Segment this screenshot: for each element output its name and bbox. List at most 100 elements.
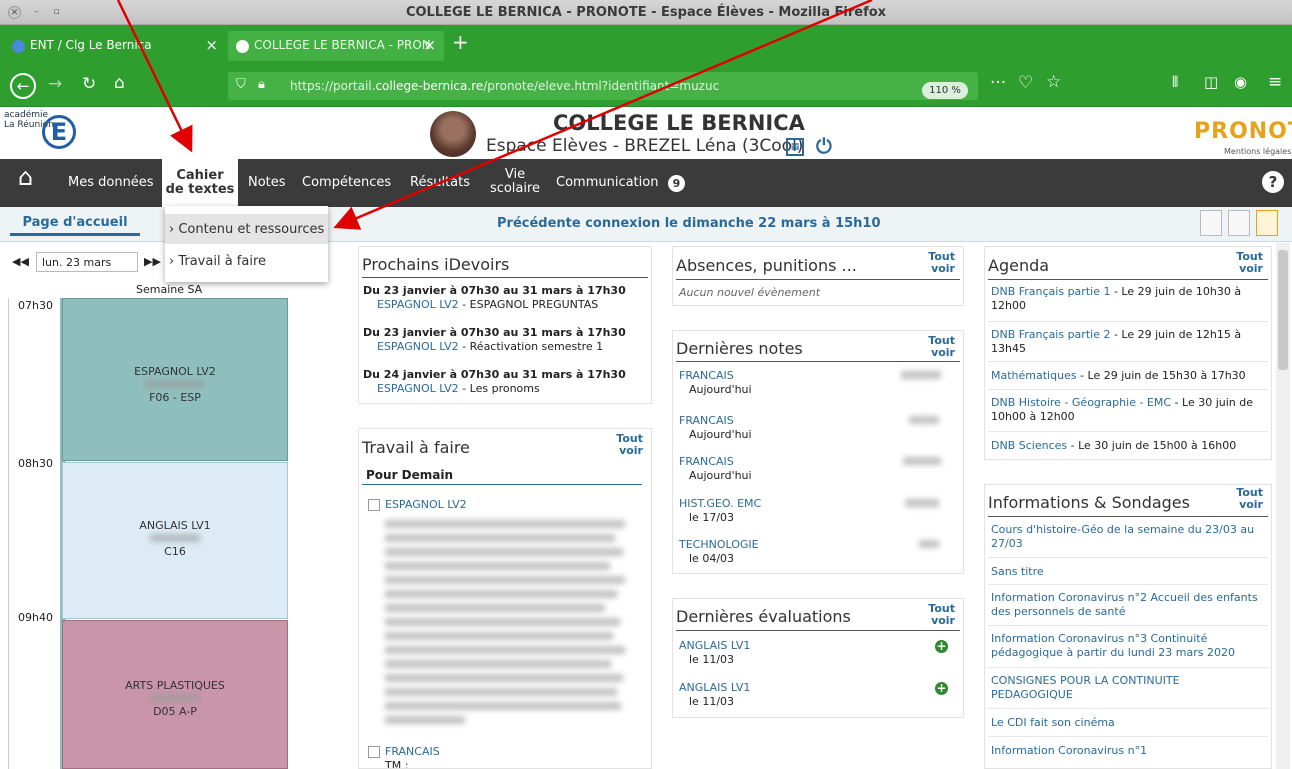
tab-label: ENT / Clg Le Bernica bbox=[30, 38, 152, 52]
idevoir-item[interactable]: Du 23 janvier à 07h30 au 31 mars à 17h30… bbox=[363, 326, 626, 354]
bookmark-star-icon[interactable]: ☆ bbox=[1046, 72, 1061, 92]
student-space-title: Espace Elèves - BREZEL Léna (3Cool) bbox=[486, 136, 804, 156]
pronote-favicon-icon bbox=[236, 40, 249, 53]
evaluations-card: Dernières évaluations Tout voir ANGLAIS L… bbox=[672, 598, 964, 718]
prev-week-icon[interactable]: ◀◀ bbox=[12, 255, 29, 268]
done-checkbox[interactable] bbox=[368, 499, 380, 511]
tab-bar: ENT / Clg Le Bernica × COLLEGE LE BERNIC… bbox=[0, 25, 1292, 63]
agenda-item[interactable]: DNB Français partie 2 - Le 29 juin de 12… bbox=[991, 328, 1263, 356]
card-title: Dernières notes bbox=[676, 339, 803, 358]
info-item[interactable]: CONSIGNES POUR LA CONTINUITE PEDAGOGIQUE bbox=[991, 674, 1263, 702]
tout-voir-link[interactable]: Tout voir bbox=[609, 433, 643, 457]
agenda-item[interactable]: DNB Histoire - Géographie - EMC - Le 30 … bbox=[991, 396, 1263, 424]
close-tab-icon[interactable]: × bbox=[423, 36, 436, 54]
menu-vie-scolaire[interactable]: Vie scolaire bbox=[488, 168, 542, 196]
next-week-icon[interactable]: ▶▶ bbox=[144, 255, 161, 268]
menu-resultats[interactable]: Résultats bbox=[410, 176, 470, 190]
card-title: Informations & Sondages bbox=[988, 493, 1190, 512]
academie-logo: académie La Réunion E bbox=[4, 110, 84, 156]
note-item[interactable]: TECHNOLOGIE le 04/03 bbox=[679, 538, 759, 566]
week-label: Semaine SA bbox=[136, 283, 203, 296]
card-title: Agenda bbox=[988, 256, 1050, 275]
home-icon[interactable]: ⌂ bbox=[114, 73, 125, 93]
note-item[interactable]: FRANCAIS Aujourd'hui bbox=[679, 369, 752, 397]
shield-icon[interactable]: ⛉ bbox=[236, 77, 246, 92]
note-item[interactable]: FRANCAIS Aujourd'hui bbox=[679, 455, 752, 483]
save-icon[interactable] bbox=[1200, 210, 1222, 236]
qr-code-icon[interactable]: ▦ bbox=[786, 138, 804, 156]
mentions-legales-link[interactable]: Mentions légales bbox=[1224, 147, 1291, 156]
evaluation-item[interactable]: ANGLAIS LV1 le 11/03 bbox=[679, 681, 750, 709]
tout-voir-link[interactable]: Tout voir bbox=[921, 251, 955, 275]
forward-icon[interactable]: → bbox=[48, 74, 62, 94]
time-label: 07h30 bbox=[18, 299, 53, 312]
url-text[interactable]: https://portail.college-bernica.re/prono… bbox=[290, 79, 719, 93]
address-bar[interactable]: ⛉ 🔒︎ https://portail.college-bernica.re/… bbox=[228, 72, 978, 100]
home-house-icon[interactable]: ⌂ bbox=[18, 165, 33, 189]
course-anglais[interactable]: ANGLAIS LV1 C16 bbox=[62, 462, 288, 619]
course-espagnol[interactable]: ESPAGNOL LV2 F06 - ESP bbox=[62, 298, 288, 461]
idevoir-item[interactable]: Du 23 janvier à 07h30 au 31 mars à 17h30… bbox=[363, 284, 626, 312]
library-icon[interactable]: ⫴ bbox=[1172, 73, 1178, 91]
tab-ent[interactable]: ENT / Clg Le Bernica × bbox=[4, 31, 226, 61]
mail-icon[interactable] bbox=[1256, 210, 1278, 236]
info-item[interactable]: Cours d'histoire-Géo de la semaine du 23… bbox=[991, 523, 1263, 551]
tab-pronote[interactable]: COLLEGE LE BERNICA - PRON × bbox=[228, 31, 444, 61]
done-checkbox[interactable] bbox=[368, 746, 380, 758]
card-title: Dernières évaluations bbox=[676, 607, 851, 626]
tout-voir-link[interactable]: Tout voir bbox=[1229, 487, 1263, 511]
info-item[interactable]: Information Coronavirus n°2 Accueil des … bbox=[991, 591, 1263, 619]
menu-mes-donnees[interactable]: Mes données bbox=[68, 176, 154, 190]
menu-notes[interactable]: Notes bbox=[248, 176, 286, 190]
agenda-item[interactable]: Mathématiques - Le 29 juin de 15h30 à 17… bbox=[991, 369, 1263, 383]
tout-voir-link[interactable]: Tout voir bbox=[921, 335, 955, 359]
section-title: Pour Demain bbox=[366, 468, 454, 482]
close-tab-icon[interactable]: × bbox=[205, 36, 218, 54]
date-selector[interactable]: lun. 23 mars bbox=[36, 252, 138, 272]
time-axis bbox=[8, 298, 9, 769]
evaluation-item[interactable]: ANGLAIS LV1 le 11/03 bbox=[679, 639, 750, 667]
menu-communication[interactable]: Communication bbox=[556, 176, 658, 190]
agenda-item[interactable]: DNB Français partie 1 - Le 29 juin de 10… bbox=[991, 285, 1263, 313]
reload-icon[interactable]: ↻ bbox=[82, 74, 96, 94]
menu-competences[interactable]: Compétences bbox=[302, 176, 391, 190]
page-actions-icon[interactable]: ··· bbox=[990, 73, 1006, 93]
idevoir-item[interactable]: Du 24 janvier à 07h30 au 31 mars à 17h30… bbox=[363, 368, 626, 396]
expand-plus-icon[interactable]: + bbox=[935, 682, 948, 695]
logo-text: académie bbox=[4, 110, 49, 120]
idevoirs-card: Prochains iDevoirs Du 23 janvier à 07h30… bbox=[358, 246, 652, 404]
card-title: Travail à faire bbox=[362, 438, 470, 457]
menu-hamburger-icon[interactable]: ≡ bbox=[1268, 72, 1282, 92]
menu-item-contenu[interactable]: › Contenu et ressources bbox=[165, 214, 328, 244]
page-accueil-link[interactable]: Page d'accueil bbox=[10, 212, 140, 236]
scrollbar-thumb[interactable] bbox=[1278, 250, 1288, 370]
logout-power-icon[interactable]: ⏻ bbox=[816, 134, 832, 158]
info-item[interactable]: Information Coronavirus n°3 Continuité p… bbox=[991, 632, 1263, 660]
tout-voir-link[interactable]: Tout voir bbox=[1229, 251, 1263, 275]
travail-subject[interactable]: ESPAGNOL LV2 bbox=[385, 498, 467, 512]
new-tab-icon[interactable]: + bbox=[452, 30, 469, 54]
print-icon[interactable] bbox=[1228, 210, 1250, 236]
menu-cahier-de-textes[interactable]: Cahier de textes bbox=[162, 159, 238, 207]
expand-plus-icon[interactable]: + bbox=[935, 640, 948, 653]
travail-card: Travail à faire Tout voir Pour Demain ESP… bbox=[358, 428, 652, 769]
info-item[interactable]: Sans titre bbox=[991, 565, 1263, 579]
note-item[interactable]: HIST.GEO. EMC le 17/03 bbox=[679, 497, 761, 525]
note-item[interactable]: FRANCAIS Aujourd'hui bbox=[679, 414, 752, 442]
menu-item-travail[interactable]: › Travail à faire bbox=[165, 246, 328, 276]
agenda-item[interactable]: DNB Sciences - Le 30 juin de 15h00 à 16h… bbox=[991, 439, 1263, 453]
absences-card: Absences, punitions ... Tout voir Aucun n… bbox=[672, 246, 964, 306]
back-icon[interactable]: ← bbox=[10, 73, 36, 99]
tout-voir-link[interactable]: Tout voir bbox=[921, 603, 955, 627]
info-item[interactable]: Le CDI fait son cinéma bbox=[991, 716, 1263, 730]
sidebar-icon[interactable]: ◫ bbox=[1204, 73, 1218, 91]
help-icon[interactable]: ? bbox=[1262, 171, 1284, 193]
account-icon[interactable]: ◉ bbox=[1234, 73, 1247, 91]
lock-icon[interactable]: 🔒︎ bbox=[258, 77, 265, 92]
pocket-icon[interactable]: ♡ bbox=[1018, 73, 1033, 93]
info-item[interactable]: Information Coronavirus n°1 bbox=[991, 744, 1263, 758]
course-arts[interactable]: ARTS PLASTIQUES D05 A-P bbox=[62, 620, 288, 769]
zoom-indicator[interactable]: 110 % bbox=[922, 82, 968, 99]
window-titlebar: ✕ – ▫ COLLEGE LE BERNICA - PRONOTE - Esp… bbox=[0, 0, 1292, 25]
travail-subject[interactable]: FRANCAIS bbox=[385, 745, 440, 759]
